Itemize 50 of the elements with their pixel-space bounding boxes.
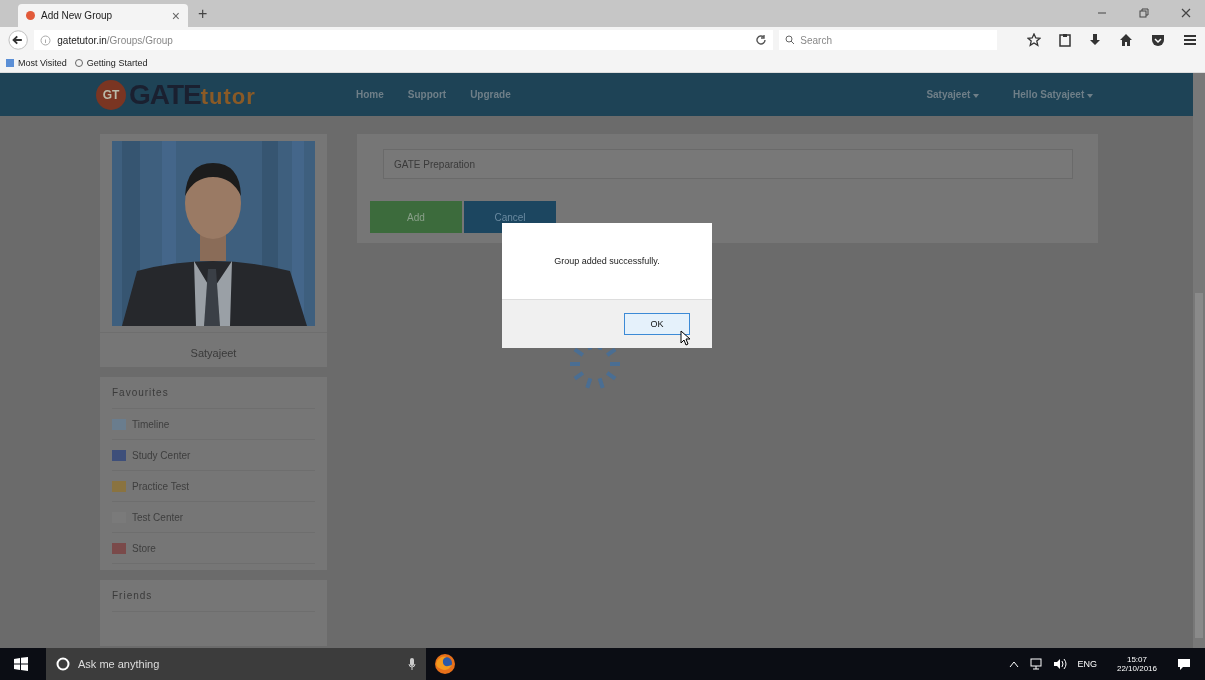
clock-time[interactable]: 15:07 — [1126, 655, 1147, 664]
menu-icon[interactable] — [1183, 34, 1197, 46]
reload-icon[interactable] — [755, 34, 768, 46]
back-icon[interactable] — [8, 29, 29, 51]
close-icon[interactable] — [1181, 8, 1191, 18]
browser-tab[interactable]: Add New Group × — [18, 4, 188, 27]
browser-app-icon[interactable] — [434, 653, 456, 675]
url-text: gatetutor.in/Groups/Group — [57, 34, 174, 46]
nav-link[interactable]: Upgrade — [470, 89, 511, 100]
profile-name: Satyajeet — [100, 332, 327, 367]
search-field[interactable]: Search — [779, 30, 997, 50]
panel-title: Friends — [112, 580, 315, 612]
clipboard-icon[interactable] — [1059, 33, 1071, 47]
tab-title: Add New Group — [41, 10, 114, 21]
group-name-field[interactable]: GATE Preparation — [383, 149, 1073, 179]
ok-button[interactable]: OK — [624, 313, 690, 335]
taskbar-search-field[interactable]: Ask me anything — [46, 648, 426, 680]
new-tab-button[interactable]: + — [198, 5, 208, 23]
notification-icon[interactable] — [1177, 657, 1191, 671]
volume-icon[interactable] — [1053, 658, 1068, 670]
form-button[interactable]: Add — [370, 201, 462, 233]
scrollbar[interactable] — [1193, 73, 1205, 648]
bookmark-link[interactable]: Most Visited — [6, 57, 67, 68]
clock-date[interactable]: 22/10/2016 — [1116, 664, 1157, 673]
info-icon — [40, 34, 52, 46]
panel-title: Favourites — [112, 377, 315, 409]
nav-link[interactable]: Support — [407, 89, 447, 100]
user-menu[interactable]: Satyajeet — [926, 89, 980, 100]
caret-icon — [1087, 94, 1093, 98]
nav-link[interactable]: Home — [356, 89, 384, 100]
caret-icon — [973, 94, 980, 98]
windows-start-icon[interactable] — [14, 657, 28, 671]
address-bar[interactable]: gatetutor.in/Groups/Group — [34, 30, 774, 50]
restore-icon[interactable] — [1139, 8, 1149, 18]
language-indicator[interactable]: ENG — [1077, 659, 1097, 669]
home-icon[interactable] — [1119, 33, 1133, 47]
chevron-up-icon[interactable] — [1009, 660, 1020, 668]
download-icon[interactable] — [1089, 33, 1101, 47]
bookmark-link[interactable]: Getting Started — [74, 57, 148, 68]
circle-icon — [56, 657, 70, 671]
user-menu[interactable]: Hello Satyajeet — [1013, 89, 1093, 100]
site-favicon-icon — [26, 11, 35, 20]
logo-badge: GT — [96, 79, 126, 110]
star-icon[interactable] — [1027, 33, 1041, 47]
dialog-message: Group added successfully. — [553, 255, 661, 268]
close-tab-button[interactable]: × — [171, 7, 180, 24]
microphone-icon[interactable] — [408, 657, 416, 671]
pocket-icon[interactable] — [1151, 33, 1165, 47]
search-icon — [785, 35, 796, 45]
cursor-icon — [680, 330, 690, 346]
